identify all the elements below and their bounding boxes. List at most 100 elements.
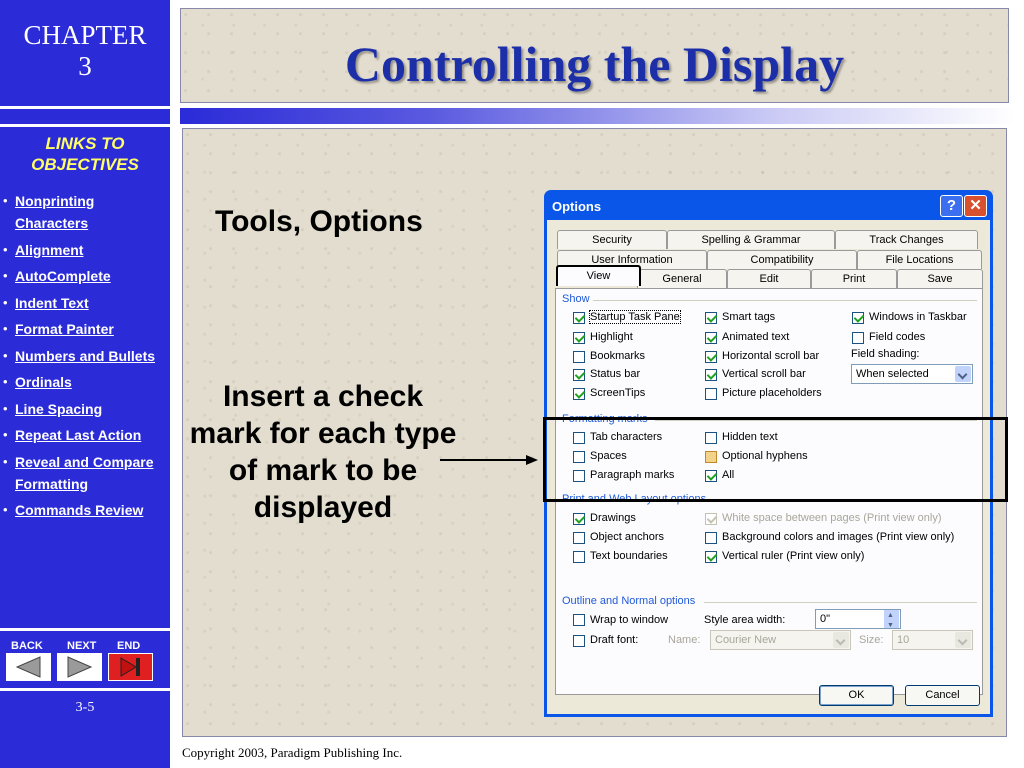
- draft-font-size-select: 10: [892, 630, 973, 650]
- link-commands-review[interactable]: Commands Review: [15, 502, 143, 518]
- windows-in-taskbar-checkbox[interactable]: [852, 312, 864, 324]
- link-alignment[interactable]: Alignment: [15, 242, 83, 258]
- tab-spelling-grammar[interactable]: Spelling & Grammar: [667, 230, 835, 249]
- end-button[interactable]: [108, 653, 153, 681]
- vertical-ruler-checkbox[interactable]: [705, 551, 717, 563]
- all-checkbox[interactable]: [705, 470, 717, 482]
- heading-tools-options: Tools, Options: [215, 205, 423, 238]
- tab-save[interactable]: Save: [897, 269, 983, 288]
- list-item: • Nonprinting Characters: [3, 193, 95, 231]
- back-button[interactable]: [6, 653, 51, 681]
- link-format-painter[interactable]: Format Painter: [15, 321, 114, 337]
- screentips-label: ScreenTips: [590, 387, 646, 399]
- back-arrow-icon: [7, 654, 50, 680]
- tab-characters-label: Tab characters: [590, 431, 663, 443]
- vertical-ruler-label: Vertical ruler (Print view only): [722, 550, 865, 562]
- nav-labels: BACK NEXT END: [0, 640, 170, 654]
- animated-text-label: Animated text: [722, 331, 790, 343]
- link-reveal-and-compare-formatting[interactable]: Reveal and Compare Formatting: [15, 454, 154, 492]
- paragraph-marks-checkbox[interactable]: [573, 470, 585, 482]
- chevron-down-icon: [955, 366, 971, 382]
- hidden-text-label: Hidden text: [722, 431, 778, 443]
- style-area-width-input[interactable]: 0": [815, 607, 901, 635]
- link-numbers-and-bullets[interactable]: Numbers and Bullets: [15, 348, 155, 364]
- style-area-width-value: 0": [820, 613, 831, 625]
- horizontal-scroll-bar-checkbox[interactable]: [705, 351, 717, 363]
- chapter-label: CHAPTER 3: [0, 20, 170, 82]
- vertical-scroll-bar-checkbox[interactable]: [705, 369, 717, 381]
- text-boundaries-label: Text boundaries: [590, 550, 668, 562]
- end-arrow-icon: [109, 654, 152, 680]
- question-icon: ?: [946, 197, 957, 214]
- link-autocomplete[interactable]: AutoComplete: [15, 268, 111, 284]
- horizontal-scroll-bar-label: Horizontal scroll bar: [722, 350, 820, 362]
- chapter-number: 3: [78, 51, 92, 81]
- wrap-to-window-checkbox[interactable]: [573, 614, 585, 626]
- tab-characters-checkbox[interactable]: [573, 432, 585, 444]
- style-area-width-label: Style area width:: [704, 614, 786, 626]
- link-line-spacing[interactable]: Line Spacing: [15, 401, 102, 417]
- dialog-title: Options: [552, 199, 602, 214]
- tab-view[interactable]: View: [556, 265, 641, 286]
- field-codes-label: Field codes: [869, 331, 926, 343]
- tab-edit[interactable]: Edit: [727, 269, 811, 288]
- smart-tags-checkbox[interactable]: [705, 312, 717, 324]
- optional-hyphens-checkbox[interactable]: [705, 451, 717, 463]
- tab-print[interactable]: Print: [811, 269, 897, 288]
- drawings-checkbox[interactable]: [573, 513, 585, 525]
- spaces-checkbox[interactable]: [573, 451, 585, 463]
- all-label: All: [722, 469, 735, 481]
- highlight-checkbox[interactable]: [573, 332, 585, 344]
- screentips-checkbox[interactable]: [573, 388, 585, 400]
- field-codes-checkbox[interactable]: [852, 332, 864, 344]
- object-anchors-checkbox[interactable]: [573, 532, 585, 544]
- bookmarks-checkbox[interactable]: [573, 351, 585, 363]
- sidebar-divider: [0, 628, 170, 631]
- wrap-to-window-label: Wrap to window: [590, 614, 669, 626]
- picture-placeholders-label: Picture placeholders: [722, 387, 822, 399]
- next-label: NEXT: [67, 640, 97, 652]
- tab-track-changes[interactable]: Track Changes: [835, 230, 978, 249]
- tab-general[interactable]: General: [637, 269, 727, 288]
- options-dialog: Options ? ✕ Security Spelling & Grammar …: [544, 190, 993, 717]
- tab-file-locations[interactable]: File Locations: [857, 250, 982, 269]
- list-item: • AutoComplete: [3, 268, 111, 284]
- draft-font-checkbox[interactable]: [573, 635, 585, 647]
- ok-button[interactable]: OK: [819, 685, 894, 706]
- bookmarks-label: Bookmarks: [590, 350, 646, 362]
- sidebar-divider: [0, 124, 170, 127]
- field-shading-select[interactable]: When selected: [851, 364, 973, 384]
- help-button[interactable]: ?: [940, 195, 963, 217]
- group-print-web-label: Print and Web Layout options: [562, 493, 707, 505]
- link-indent-text[interactable]: Indent Text: [15, 295, 89, 311]
- cancel-button[interactable]: Cancel: [905, 685, 980, 706]
- list-item: • Reveal and Compare Formatting: [3, 453, 154, 492]
- next-button[interactable]: [57, 653, 102, 681]
- tab-security[interactable]: Security: [557, 230, 667, 249]
- close-button[interactable]: ✕: [964, 195, 987, 217]
- sidebar-divider: [0, 106, 170, 109]
- copyright-text: Copyright 2003, Paradigm Publishing Inc.: [182, 745, 403, 760]
- size-label: Size:: [859, 634, 884, 646]
- startup-task-pane-checkbox[interactable]: [573, 312, 585, 324]
- spinner-icon[interactable]: [884, 607, 899, 635]
- draft-font-name-value: Courier New: [715, 634, 777, 646]
- white-space-checkbox: [705, 513, 717, 525]
- drawings-label: Drawings: [590, 512, 636, 524]
- link-nonprinting-characters[interactable]: Nonprinting Characters: [15, 193, 94, 231]
- list-item: • Alignment: [3, 241, 84, 258]
- draft-font-size-value: 10: [897, 634, 910, 646]
- background-colors-checkbox[interactable]: [705, 532, 717, 544]
- tab-compatibility[interactable]: Compatibility: [707, 250, 857, 269]
- sidebar: CHAPTER 3 LINKS TO OBJECTIVES • Nonprinti…: [0, 0, 170, 768]
- status-bar-checkbox[interactable]: [573, 369, 585, 381]
- text-boundaries-checkbox[interactable]: [573, 551, 585, 563]
- links-heading-line1: LINKS TO: [45, 134, 125, 153]
- link-repeat-last-action[interactable]: Repeat Last Action: [15, 427, 141, 443]
- link-ordinals[interactable]: Ordinals: [15, 374, 72, 390]
- back-label: BACK: [11, 640, 43, 652]
- hidden-text-checkbox[interactable]: [705, 432, 717, 444]
- status-bar-label: Status bar: [590, 368, 641, 380]
- picture-placeholders-checkbox[interactable]: [705, 388, 717, 400]
- animated-text-checkbox[interactable]: [705, 332, 717, 344]
